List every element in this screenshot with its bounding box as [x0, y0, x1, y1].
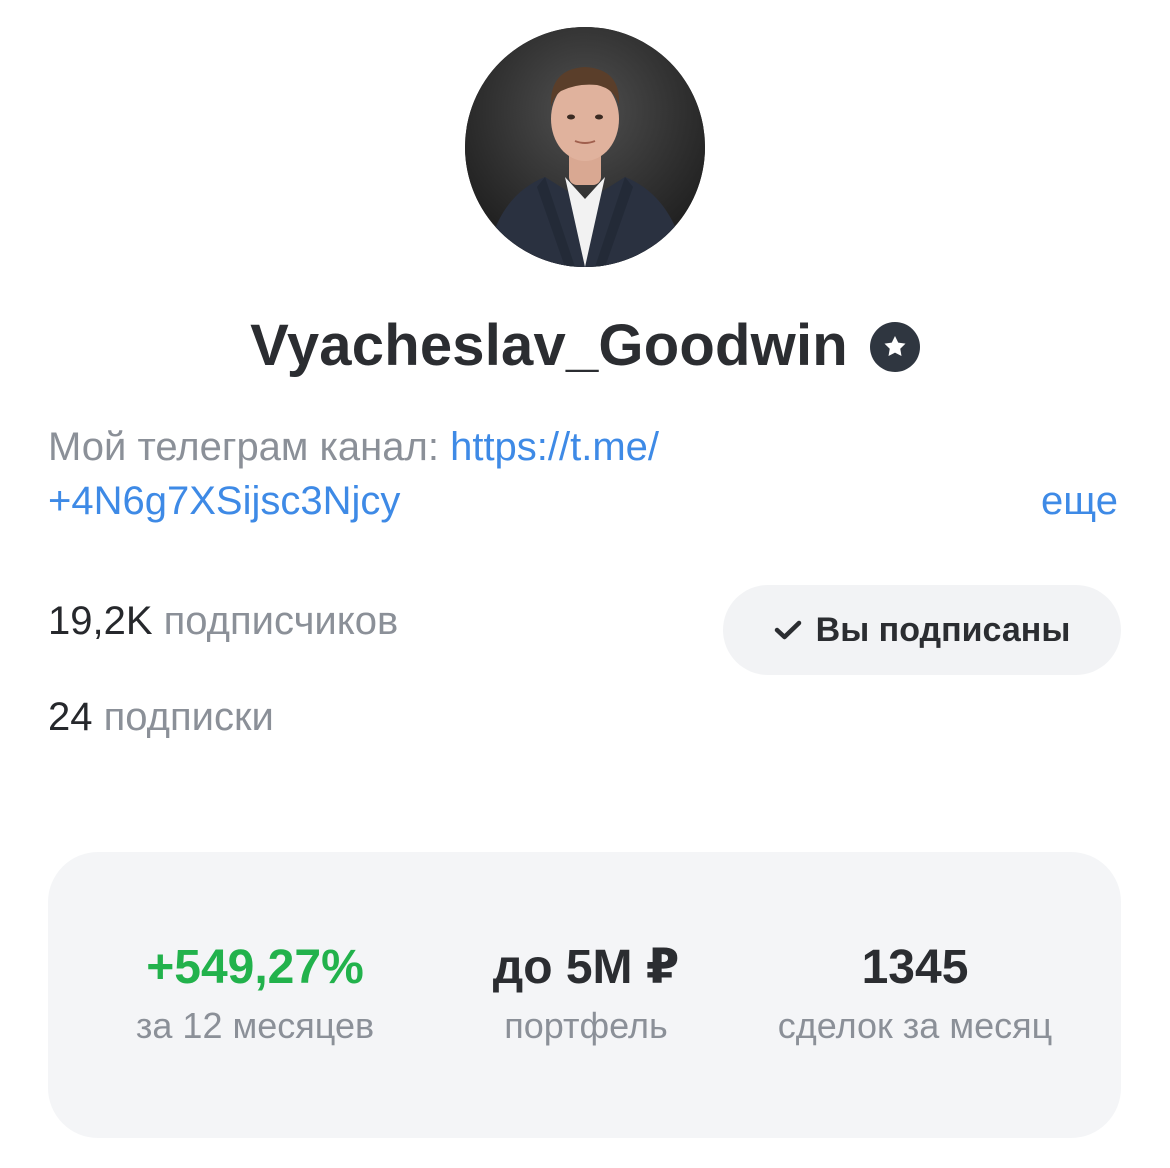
stats-card[interactable]: +549,27% за 12 месяцев до 5M ₽ портфель … — [48, 852, 1121, 1138]
avatar[interactable] — [465, 27, 705, 267]
verified-star-icon[interactable] — [869, 322, 920, 372]
telegram-link-part2[interactable]: +4N6g7XSijsc3Njcy — [48, 479, 400, 523]
metric-return-label: за 12 месяцев — [135, 1005, 375, 1046]
metric-portfolio: до 5M ₽ портфель — [493, 940, 680, 1048]
followers-label: подписчиков — [152, 599, 399, 643]
profile-header: Vyacheslav_Goodwin — [0, 305, 1170, 385]
metric-portfolio-label: портфель — [504, 1005, 668, 1046]
followers-stat[interactable]: 19,2K подписчиков — [48, 596, 398, 646]
checkmark-icon — [774, 611, 802, 650]
bio-more-link[interactable]: еще — [1041, 474, 1118, 528]
metric-trades: 1345 сделок за месяц — [778, 940, 1052, 1048]
bio-text: Мой телеграм канал: — [48, 425, 451, 469]
metric-trades-label: сделок за месяц — [777, 1005, 1053, 1046]
following-label: подписки — [92, 695, 274, 739]
metric-return-value: +549,27% — [146, 941, 364, 994]
metric-return: +549,27% за 12 месяцев — [136, 940, 374, 1048]
profile-page: Vyacheslav_Goodwin Мой телеграм канал: h… — [0, 0, 1170, 1168]
profile-bio: Мой телеграм канал: https://t.me/ +4N6g7… — [48, 420, 1123, 528]
metric-trades-value: 1345 — [861, 941, 969, 994]
following-count: 24 — [48, 695, 93, 739]
subscribed-button[interactable]: Вы подписаны — [723, 585, 1121, 675]
telegram-link-part1[interactable]: https://t.me/ — [450, 425, 659, 469]
avatar-portrait — [465, 27, 705, 267]
subscribed-button-label: Вы подписаны — [815, 610, 1071, 649]
followers-count: 19,2K — [48, 599, 153, 643]
following-stat[interactable]: 24 подписки — [48, 692, 274, 742]
profile-name: Vyacheslav_Goodwin — [250, 312, 848, 378]
metric-portfolio-value: до 5M ₽ — [492, 941, 680, 994]
